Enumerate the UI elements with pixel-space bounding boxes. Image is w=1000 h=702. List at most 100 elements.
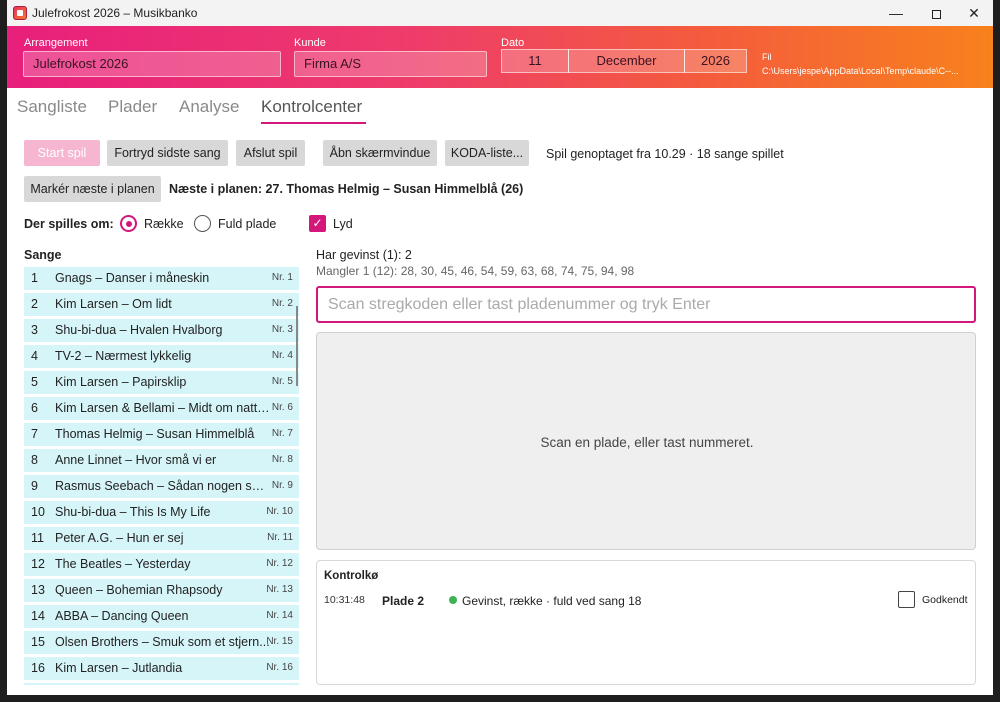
list-item[interactable]: 5 Kim Larsen – Papirsklip Nr. 5 xyxy=(24,371,299,394)
song-list-scrollbar[interactable] xyxy=(296,306,298,386)
song-number: 12 xyxy=(31,557,45,571)
list-item[interactable]: 16 Kim Larsen – Jutlandia Nr. 16 xyxy=(24,657,299,680)
godkendt-label[interactable]: Godkendt xyxy=(922,594,968,606)
undo-last-song-button[interactable]: Fortryd sidste sang xyxy=(107,140,228,166)
window-title: Julefrokost 2026 – Musikbanko xyxy=(32,6,198,20)
koda-list-button[interactable]: KODA-liste... xyxy=(445,140,529,166)
list-item[interactable]: 11 Peter A.G. – Hun er sej Nr. 11 xyxy=(24,527,299,550)
song-nr: Nr. 5 xyxy=(271,376,293,387)
open-screen-window-button[interactable]: Åbn skærmvindue xyxy=(323,140,437,166)
tab-kontrolcenter[interactable]: Kontrolcenter xyxy=(261,97,362,117)
song-nr: Nr. 3 xyxy=(271,324,293,335)
song-number: 4 xyxy=(31,349,38,363)
lyd-label[interactable]: Lyd xyxy=(333,217,353,231)
song-name: The Beatles – Yesterday xyxy=(55,557,191,571)
arrangement-field[interactable]: Julefrokost 2026 xyxy=(23,51,281,77)
song-name: TV-2 – Nærmest lykkelig xyxy=(55,349,192,363)
list-item[interactable] xyxy=(24,683,299,685)
next-in-plan-text: Næste i planen: 27. Thomas Helmig – Susa… xyxy=(169,182,524,196)
song-nr: Nr. 9 xyxy=(271,480,293,491)
end-game-button[interactable]: Afslut spil xyxy=(236,140,305,166)
song-number: 7 xyxy=(31,427,38,441)
control-queue: Kontrolkø 10:31:48 Plade 2 Gevinst, rækk… xyxy=(316,560,976,685)
gevinst-text: Har gevinst (1): 2 xyxy=(316,248,412,262)
song-list[interactable]: 1 Gnags – Danser i måneskin Nr. 1 2 Kim Lar… xyxy=(24,267,299,685)
maximize-button[interactable] xyxy=(917,0,955,26)
background-edge xyxy=(993,0,1000,702)
raekke-radio[interactable] xyxy=(120,215,137,232)
list-item[interactable]: 12 The Beatles – Yesterday Nr. 12 xyxy=(24,553,299,576)
list-item[interactable]: 3 Shu-bi-dua – Hvalen Hvalborg Nr. 3 xyxy=(24,319,299,342)
tab-plader[interactable]: Plader xyxy=(108,97,157,117)
song-nr: Nr. 15 xyxy=(266,636,293,647)
queue-row-time: 10:31:48 xyxy=(324,594,365,606)
scan-result-area: Scan en plade, eller tast nummeret. xyxy=(316,332,976,550)
list-item[interactable]: 6 Kim Larsen & Bellami – Midt om natten Nr… xyxy=(24,397,299,420)
game-status-text: Spil genoptaget fra 10.29 · 18 sange spi… xyxy=(546,147,784,161)
song-nr: Nr. 4 xyxy=(271,350,293,361)
event-header: Arrangement Julefrokost 2026 Kunde Firma… xyxy=(7,26,993,88)
dato-label: Dato xyxy=(501,37,525,49)
control-queue-title: Kontrolkø xyxy=(324,570,379,582)
scan-message: Scan en plade, eller tast nummeret. xyxy=(540,435,754,450)
start-game-button[interactable]: Start spil xyxy=(24,140,100,166)
song-number: 11 xyxy=(31,531,44,545)
song-name: Shu-bi-dua – Hvalen Hvalborg xyxy=(55,323,223,337)
song-name: Kim Larsen – Jutlandia xyxy=(55,661,183,675)
date-year-field[interactable]: 2026 xyxy=(684,49,747,73)
kunde-field[interactable]: Firma A/S xyxy=(294,51,487,77)
song-name: Kim Larsen – Papirsklip xyxy=(55,375,187,389)
list-item[interactable]: 13 Queen – Bohemian Rhapsody Nr. 13 xyxy=(24,579,299,602)
close-button[interactable]: ✕ xyxy=(955,0,993,26)
tab-sangliste[interactable]: Sangliste xyxy=(17,97,87,117)
queue-row-plade: Plade 2 xyxy=(382,594,425,608)
maximize-icon xyxy=(931,9,941,19)
list-item[interactable]: 1 Gnags – Danser i måneskin Nr. 1 xyxy=(24,267,299,290)
list-item[interactable]: 15 Olsen Brothers – Smuk som et stjern...… xyxy=(24,631,299,654)
list-item[interactable]: 10 Shu-bi-dua – This Is My Life Nr. 10 xyxy=(24,501,299,524)
mangler-text: Mangler 1 (12): 28, 30, 45, 46, 54, 59, … xyxy=(316,264,635,278)
date-day-field[interactable]: 11 xyxy=(501,49,569,73)
fuld-plade-label[interactable]: Fuld plade xyxy=(218,217,276,231)
song-name: Anne Linnet – Hvor små vi er xyxy=(55,453,217,467)
list-item[interactable]: 7 Thomas Helmig – Susan Himmelblå Nr. 7 xyxy=(24,423,299,446)
minimize-button[interactable]: — xyxy=(877,0,915,26)
list-item[interactable]: 14 ABBA – Dancing Queen Nr. 14 xyxy=(24,605,299,628)
app-window: Julefrokost 2026 – Musikbanko — ✕ Arrang… xyxy=(7,0,993,695)
list-item[interactable]: 2 Kim Larsen – Om lidt Nr. 2 xyxy=(24,293,299,316)
godkendt-checkbox[interactable] xyxy=(898,591,915,608)
song-name: Kim Larsen & Bellami – Midt om natten xyxy=(55,401,270,415)
song-number: 2 xyxy=(31,297,38,311)
song-number: 5 xyxy=(31,375,38,389)
list-item[interactable]: 8 Anne Linnet – Hvor små vi er Nr. 8 xyxy=(24,449,299,472)
song-number: 9 xyxy=(31,479,38,493)
title-bar: Julefrokost 2026 – Musikbanko — ✕ xyxy=(7,0,993,26)
song-nr: Nr. 7 xyxy=(271,428,293,439)
song-number: 8 xyxy=(31,453,38,467)
song-nr: Nr. 14 xyxy=(266,610,293,621)
song-nr: Nr. 12 xyxy=(266,558,293,569)
app-icon xyxy=(13,6,27,20)
queue-row-status: Gevinst, række · fuld ved sang 18 xyxy=(462,594,642,608)
song-name: Queen – Bohemian Rhapsody xyxy=(55,583,223,597)
fuld-plade-radio[interactable] xyxy=(194,215,211,232)
song-nr: Nr. 16 xyxy=(266,662,293,673)
song-name: Gnags – Danser i måneskin xyxy=(55,271,210,285)
date-month-field[interactable]: December xyxy=(568,49,685,73)
list-item[interactable]: 4 TV-2 – Nærmest lykkelig Nr. 4 xyxy=(24,345,299,368)
list-item[interactable]: 9 Rasmus Seebach – Sådan nogen som... Nr. … xyxy=(24,475,299,498)
song-name: Peter A.G. – Hun er sej xyxy=(55,531,184,545)
scan-input[interactable]: Scan stregkoden eller tast pladenummer o… xyxy=(316,286,976,323)
mark-next-button[interactable]: Markér næste i planen xyxy=(24,176,161,202)
song-nr: Nr. 2 xyxy=(271,298,293,309)
song-number: 16 xyxy=(31,661,45,675)
tab-analyse[interactable]: Analyse xyxy=(179,97,239,117)
song-nr: Nr. 8 xyxy=(271,454,293,465)
song-name: ABBA – Dancing Queen xyxy=(55,609,189,623)
song-number: 13 xyxy=(31,583,45,597)
raekke-label[interactable]: Række xyxy=(144,217,184,231)
song-nr: Nr. 1 xyxy=(271,272,293,283)
file-path: C:\Users\jespe\AppData\Local\Temp\claude… xyxy=(762,66,959,76)
lyd-checkbox[interactable]: ✓ xyxy=(309,215,326,232)
song-number: 6 xyxy=(31,401,38,415)
